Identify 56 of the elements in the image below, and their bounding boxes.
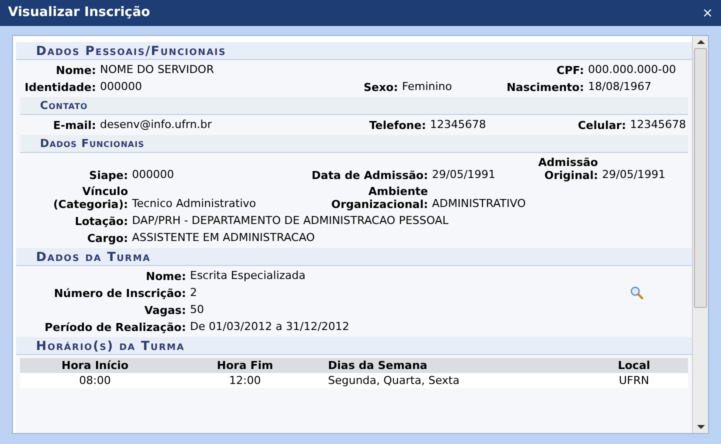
field-value: NOME DO SERVIDOR: [100, 63, 214, 77]
field-value: desenv@info.ufrn.br: [100, 118, 212, 132]
field-value: Escrita Especializada: [190, 269, 306, 283]
field-value: ADMINISTRATIVO: [432, 197, 526, 211]
field-value: 000000: [132, 168, 174, 182]
section-heading: Horário(s) da Turma: [16, 337, 692, 355]
section-heading: Dados da Turma: [16, 248, 692, 266]
field-label: Lotação:: [74, 215, 129, 228]
table-cell-text: Segunda, Quarta, Sexta: [327, 373, 460, 388]
field-label: Telefone:: [368, 119, 427, 132]
field-value: 000.000.000-00: [588, 63, 676, 77]
field-value: Feminino: [402, 80, 452, 94]
field-label: Cargo:: [86, 232, 129, 245]
column-header: Local: [616, 358, 652, 373]
column-header: Dias da Semana: [327, 358, 428, 373]
section-heading: Dados Funcionais: [20, 135, 688, 153]
column-header: Hora Fim: [216, 358, 274, 373]
field-label: Celular:: [576, 119, 627, 132]
table-cell-text: UFRN: [618, 373, 650, 388]
field-label: Admissão Original:: [537, 156, 599, 182]
field-value: Tecnico Administrativo: [132, 197, 256, 211]
field-label: E-mail:: [52, 119, 97, 132]
column-header: Hora Início: [60, 358, 130, 373]
field-label: Número de Inscrição:: [52, 287, 187, 300]
field-label: Vagas:: [143, 304, 187, 317]
field-label: Nome:: [144, 270, 187, 283]
field-value: 12345678: [630, 118, 686, 132]
field-label: Data de Admissão:: [310, 169, 429, 182]
field-label: Nome:: [54, 64, 97, 77]
table-cell-text: 12:00: [228, 373, 262, 388]
field-label: Identidade:: [24, 81, 97, 94]
field-value: 2: [190, 286, 197, 300]
field-label: Nascimento:: [506, 81, 585, 94]
field-label: Período de Realização:: [44, 321, 187, 334]
field-label: Siape:: [88, 169, 129, 182]
field-value: DAP/PRH - DEPARTAMENTO DE ADMINISTRACAO PESSOAL: [132, 214, 448, 228]
close-button[interactable]: ×: [702, 6, 713, 20]
field-label: Vínculo (Categoria):: [52, 185, 129, 211]
search-icon[interactable]: [630, 286, 644, 300]
field-label: Sexo:: [362, 81, 399, 94]
field-value: 18/08/1967: [588, 80, 652, 94]
field-value: 50: [190, 303, 204, 317]
field-label: Ambiente Organizacional:: [330, 185, 429, 211]
field-label: CPF:: [556, 64, 585, 77]
section-heading: Dados Pessoais/Funcionais: [16, 42, 692, 60]
field-value: 29/05/1991: [432, 168, 496, 182]
scrollbar[interactable]: [692, 36, 708, 433]
table-cell-text: 08:00: [78, 373, 112, 388]
window-title: Visualizar Inscrição: [8, 4, 150, 22]
field-value: 000000: [100, 80, 142, 94]
field-value: 12345678: [430, 118, 486, 132]
field-value: 29/05/1991: [602, 168, 666, 182]
field-value: ASSISTENTE EM ADMINISTRACAO: [132, 231, 315, 245]
section-heading: Contato: [20, 97, 688, 115]
scrollbar-thumb[interactable]: [694, 48, 707, 308]
field-value: De 01/03/2012 a 31/12/2012: [190, 320, 350, 334]
